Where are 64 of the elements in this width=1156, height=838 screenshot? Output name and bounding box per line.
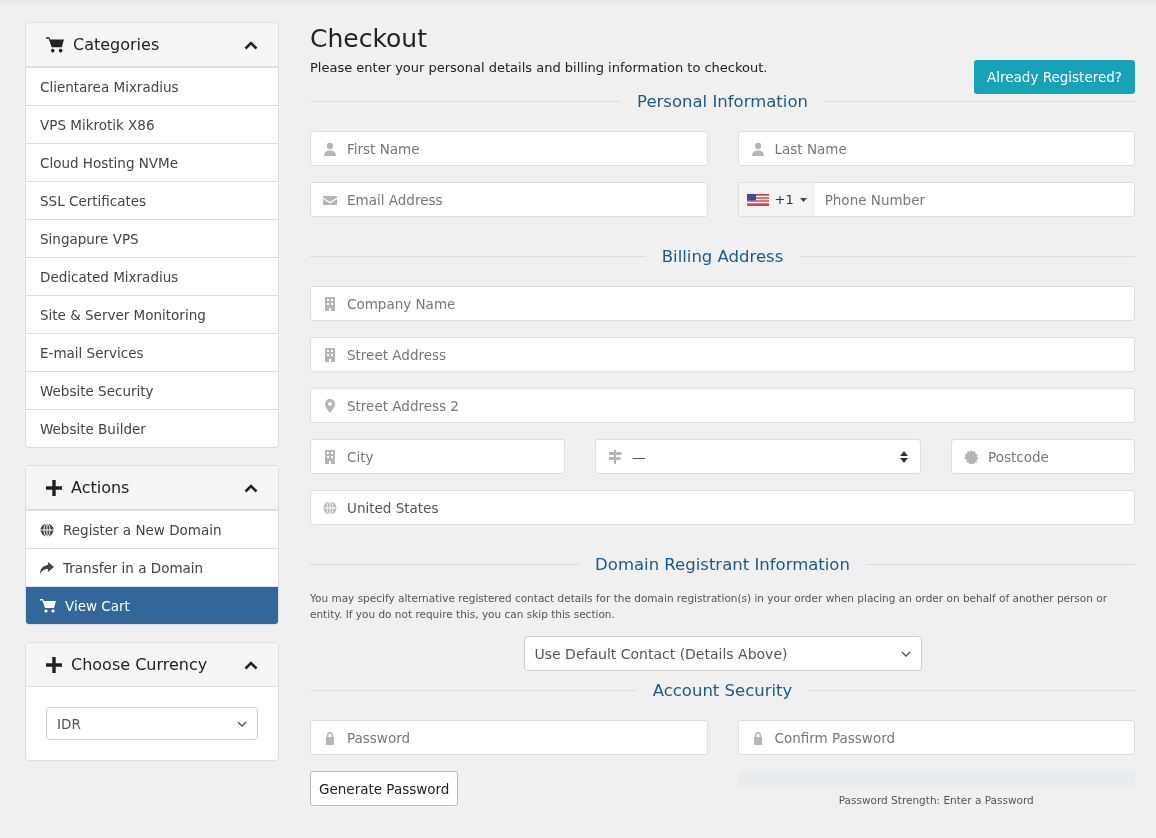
- sidebar-item[interactable]: Singapure VPS: [26, 219, 278, 257]
- flag-icon: [746, 193, 769, 206]
- input-field[interactable]: Street Address: [310, 337, 1135, 372]
- sort-arrows-icon: [900, 450, 908, 463]
- badge-icon: [964, 449, 978, 464]
- input-field[interactable]: Street Address 2: [310, 388, 1135, 423]
- cart-icon: [40, 598, 56, 613]
- globe-icon: [323, 500, 337, 515]
- user-icon: [750, 141, 765, 156]
- input-field[interactable]: Last Name: [737, 131, 1135, 166]
- section-heading: Billing Address: [660, 247, 785, 266]
- sidebar-item[interactable]: Clientarea Mixradius: [26, 67, 278, 105]
- globe-icon: [40, 522, 54, 537]
- signpost-icon: [608, 449, 622, 464]
- sidebar-item[interactable]: View Cart: [26, 586, 278, 624]
- cart-icon: [46, 36, 64, 53]
- contact-select[interactable]: Use Default Contact (Details Above): [523, 636, 922, 671]
- intro-text: Please enter your personal details and billing information to checkout.: [310, 60, 768, 75]
- input-field[interactable]: Postcode: [951, 439, 1135, 474]
- page-title: Checkout: [310, 24, 428, 53]
- input-field[interactable]: City: [310, 439, 565, 474]
- generate-password-button[interactable]: Generate Password: [310, 771, 459, 806]
- user-icon: [323, 141, 337, 156]
- country-code-dropdown[interactable]: +1: [738, 183, 815, 216]
- building-icon: [323, 449, 337, 464]
- sidebar-item[interactable]: Cloud Hosting NVMe: [26, 143, 278, 181]
- share-arrow-icon: [40, 560, 54, 575]
- chevron-down-icon: [900, 650, 911, 657]
- building-icon: [323, 347, 337, 362]
- sidebar-item[interactable]: SSL Certificates: [26, 181, 278, 219]
- panel-title: Categories: [73, 35, 161, 54]
- sidebar-item[interactable]: Website Security: [26, 371, 278, 409]
- phone-field[interactable]: +1 Phone Number: [737, 182, 1135, 217]
- sidebar-item[interactable]: Site & Server Monitoring: [26, 295, 278, 333]
- state-select[interactable]: —: [595, 439, 921, 474]
- input-field[interactable]: First Name: [310, 131, 708, 166]
- sidebar-item[interactable]: Register a New Domain: [26, 510, 278, 548]
- section-heading: Account Security: [651, 681, 794, 700]
- info-text: You may specify alternative registered contact details for the domain registration(s) in your order when placing an order on behalf of another person or entity. If you do not require this, you can skip this section.: [310, 591, 1108, 622]
- sidebar-item[interactable]: E-mail Services: [26, 333, 278, 371]
- lock-icon: [323, 730, 337, 745]
- input-field[interactable]: United States: [310, 490, 1135, 525]
- currency-select[interactable]: IDR: [46, 707, 258, 740]
- map-pin-icon: [323, 398, 337, 413]
- sidebar-item[interactable]: VPS Mikrotik X86: [26, 105, 278, 143]
- building-icon: [323, 296, 337, 311]
- sidebar-item[interactable]: Website Builder: [26, 409, 278, 447]
- chevron-down-icon: [237, 720, 247, 727]
- strength-text: Password Strength: Enter a Password: [837, 794, 1035, 806]
- input-field[interactable]: Confirm Password: [737, 720, 1135, 755]
- chevron-up-icon[interactable]: [244, 39, 258, 50]
- sidebar-item[interactable]: Dedicated Mixradius: [26, 257, 278, 295]
- input-field[interactable]: Password: [310, 720, 708, 755]
- caret-down-icon: [799, 197, 807, 202]
- panel-title: Actions: [71, 478, 131, 497]
- input-field[interactable]: Company Name: [310, 286, 1135, 321]
- chevron-up-icon[interactable]: [244, 659, 258, 670]
- panel-title: Choose Currency: [71, 655, 209, 674]
- plus-icon: [46, 656, 62, 673]
- input-field[interactable]: Email Address: [310, 182, 708, 217]
- section-heading: Personal Information: [636, 92, 809, 111]
- section-heading: Domain Registrant Information: [594, 555, 851, 574]
- plus-icon: [46, 479, 62, 496]
- chevron-up-icon[interactable]: [244, 482, 258, 493]
